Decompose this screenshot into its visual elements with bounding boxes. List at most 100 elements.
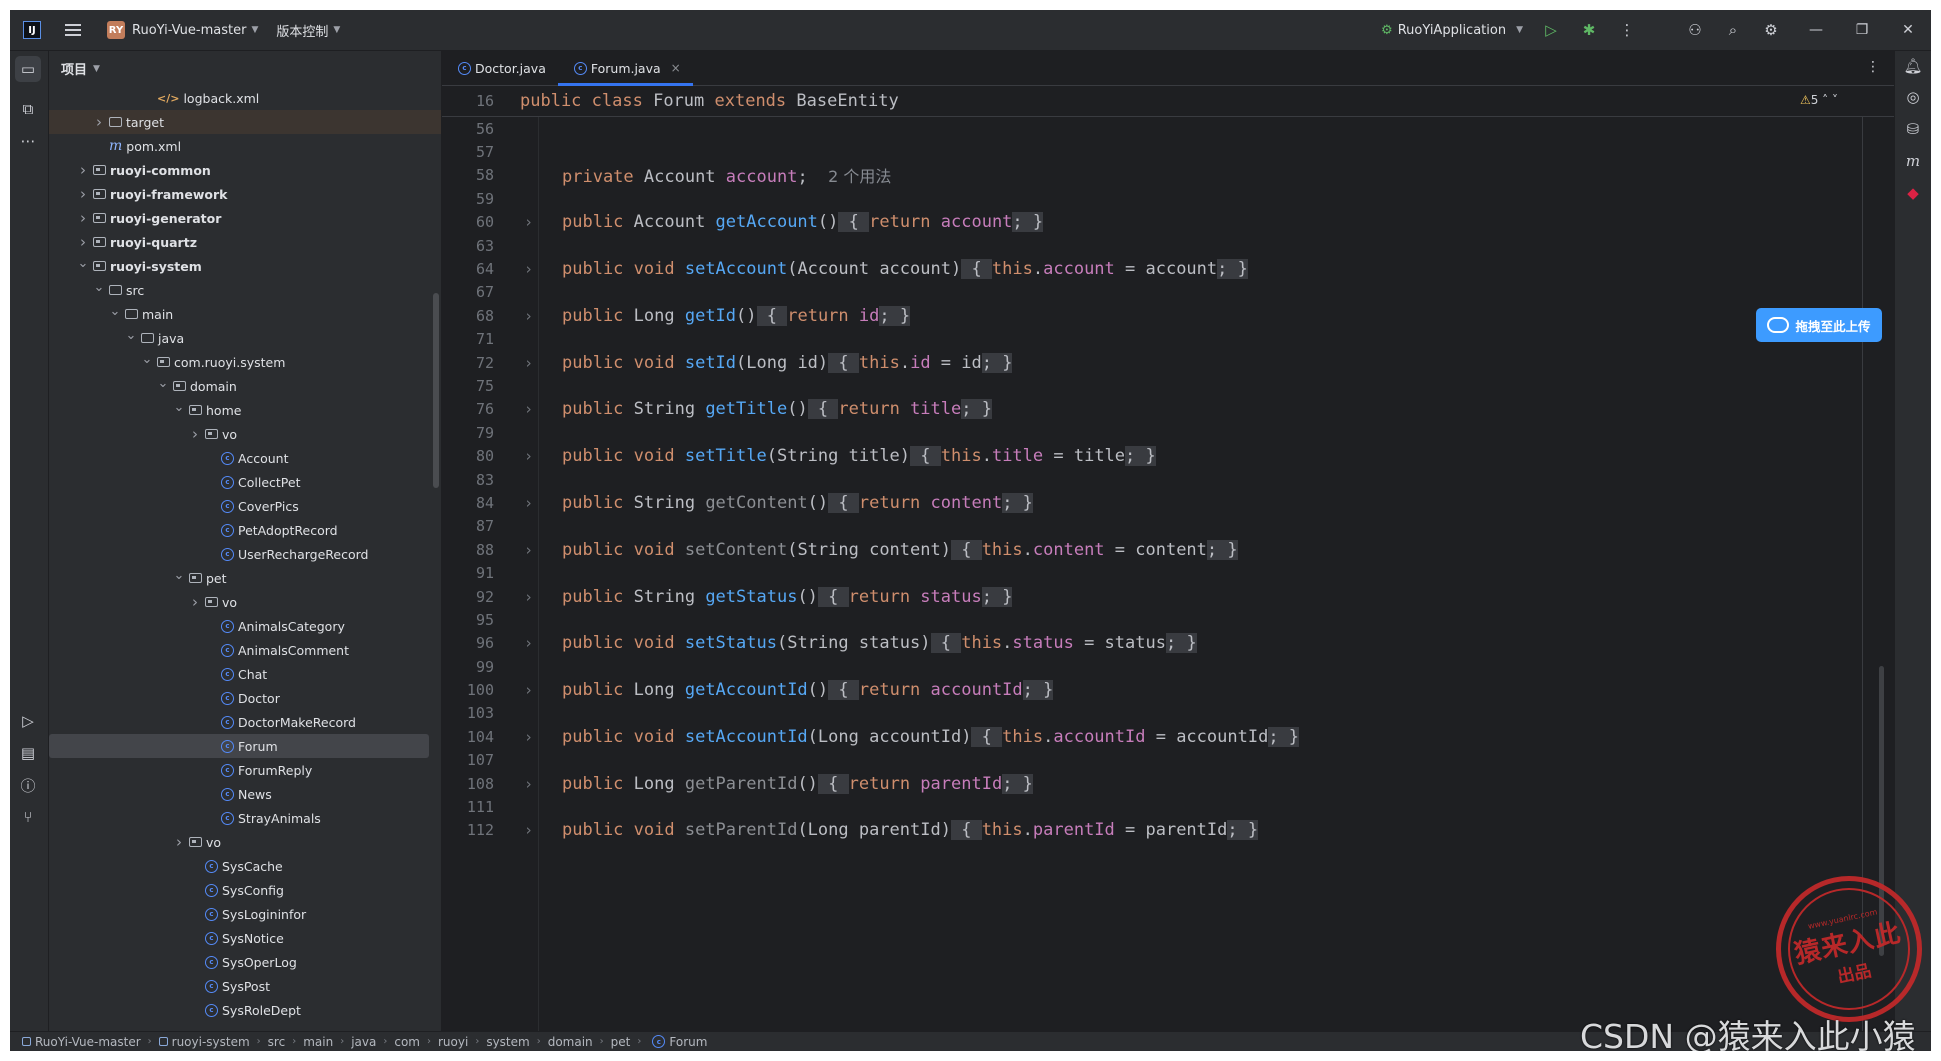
fold-chevron-icon[interactable]: ›	[524, 588, 533, 606]
tree-item[interactable]: c Chat	[49, 662, 441, 686]
code-line[interactable]: 108 › public Long getParentId() { return p…	[442, 772, 1894, 795]
settings-icon[interactable]: ⚙	[1761, 20, 1781, 40]
close-tab-icon[interactable]: ×	[671, 61, 681, 75]
code-line[interactable]: 112 › public void setParentId(Long parentI…	[442, 819, 1894, 842]
code-line[interactable]: 107	[442, 749, 1894, 772]
chevron-down-icon[interactable]: ⌄	[157, 376, 169, 391]
tree-item[interactable]: ⌄ domain	[49, 374, 441, 398]
editor-tab[interactable]: c Doctor.java	[442, 51, 558, 85]
services-tool-icon[interactable]: ▷	[18, 711, 38, 731]
breadcrumb-item[interactable]: Forum	[669, 1035, 707, 1049]
code-line[interactable]: 99	[442, 655, 1894, 678]
project-badge[interactable]: RY	[107, 21, 125, 39]
fold-chevron-icon[interactable]: ›	[524, 400, 533, 418]
chevron-down-icon[interactable]: ⌄	[141, 352, 153, 367]
tree-item[interactable]: c News	[49, 782, 441, 806]
code-line[interactable]: 88 › public void setContent(String content…	[442, 538, 1894, 561]
tree-item[interactable]: › target	[49, 110, 441, 134]
tree-item[interactable]: ⌄ pet	[49, 566, 441, 590]
tree-item[interactable]: </> logback.xml	[49, 86, 441, 110]
tree-item[interactable]: c SysOperLog	[49, 950, 441, 974]
account-icon[interactable]: ⚇	[1685, 20, 1705, 40]
tree-item[interactable]: c Account	[49, 446, 441, 470]
tree-item[interactable]: c SysCache	[49, 854, 441, 878]
vcs-menu[interactable]: 版本控制	[276, 21, 328, 40]
breadcrumb-item[interactable]: system	[486, 1035, 529, 1049]
project-switcher[interactable]: RuoYi-Vue-master	[132, 23, 246, 38]
code-line[interactable]: 83	[442, 468, 1894, 491]
code-line[interactable]: 64 › public void setAccount(Account accoun…	[442, 257, 1894, 280]
terminal-tool-icon[interactable]: ▤	[18, 743, 38, 763]
code-line[interactable]: 100 › public Long getAccountId() { return …	[442, 678, 1894, 701]
main-menu-icon[interactable]	[65, 24, 81, 36]
code-line[interactable]: 71	[442, 328, 1894, 351]
code-line[interactable]: 104 › public void setAccountId(Long accoun…	[442, 725, 1894, 748]
tree-item[interactable]: ⌄ ruoyi-system	[49, 254, 441, 278]
minimize-button[interactable]: —	[1793, 22, 1839, 38]
tree-item[interactable]: c AnimalsCategory	[49, 614, 441, 638]
code-line[interactable]: 95	[442, 608, 1894, 631]
fold-chevron-icon[interactable]: ›	[524, 728, 533, 746]
breadcrumb-item[interactable]: RuoYi-Vue-master	[35, 1035, 141, 1049]
breadcrumb-item[interactable]: ruoyi	[438, 1035, 468, 1049]
code-view[interactable]: 16 public class Forum extends BaseEntity…	[442, 86, 1894, 1031]
tree-item[interactable]: c Doctor	[49, 686, 441, 710]
ai-assistant-icon[interactable]: ◎	[1903, 87, 1923, 107]
breadcrumb-item[interactable]: com	[394, 1035, 420, 1049]
breadcrumb-item[interactable]: java	[351, 1035, 376, 1049]
close-button[interactable]: ✕	[1885, 22, 1931, 38]
more-actions-icon[interactable]: ⋮	[1617, 20, 1637, 40]
project-scrollbar[interactable]	[433, 293, 439, 488]
fold-chevron-icon[interactable]: ›	[524, 447, 533, 465]
debug-icon[interactable]: ✱	[1579, 20, 1599, 40]
chevron-down-icon[interactable]: ⌄	[109, 304, 121, 319]
chevron-down-icon[interactable]: ⌄	[77, 256, 89, 271]
code-line[interactable]: 58 private Account account; 2 个用法	[442, 164, 1894, 187]
upload-button[interactable]: 拖拽至此上传	[1756, 308, 1882, 342]
problems-tool-icon[interactable]: ⓘ	[18, 775, 38, 795]
chevron-right-icon[interactable]: ›	[77, 185, 89, 203]
fold-chevron-icon[interactable]: ›	[524, 260, 533, 278]
code-line[interactable]: 92 › public String getStatus() { return st…	[442, 585, 1894, 608]
code-line[interactable]: 80 › public void setTitle(String title) { …	[442, 444, 1894, 467]
chevron-right-icon[interactable]: ›	[93, 113, 105, 131]
code-line[interactable]: 111	[442, 795, 1894, 818]
tree-item[interactable]: c Forum	[49, 734, 429, 758]
fold-chevron-icon[interactable]: ›	[524, 213, 533, 231]
more-tools-icon[interactable]: ⋯	[18, 131, 38, 151]
inspection-widget[interactable]: ⚠5 ˄ ˅	[1800, 93, 1838, 107]
code-line[interactable]: 57	[442, 140, 1894, 163]
tree-item[interactable]: c StrayAnimals	[49, 806, 441, 830]
chevron-right-icon[interactable]: ›	[173, 833, 185, 851]
code-line[interactable]: 91	[442, 561, 1894, 584]
chevron-down-icon[interactable]: ⌄	[173, 568, 185, 583]
maven-icon[interactable]: m	[1903, 151, 1923, 171]
tree-item[interactable]: › vo	[49, 422, 441, 446]
tree-item[interactable]: › ruoyi-common	[49, 158, 441, 182]
code-line[interactable]: 72 › public void setId(Long id) { this.id …	[442, 351, 1894, 374]
tree-item[interactable]: › ruoyi-quartz	[49, 230, 441, 254]
tree-item[interactable]: c PetAdoptRecord	[49, 518, 441, 542]
code-line[interactable]: 103	[442, 702, 1894, 725]
run-config-selector[interactable]: ⚙ RuoYiApplication ▼	[1381, 23, 1523, 38]
code-line[interactable]: 56	[442, 117, 1894, 140]
tree-item[interactable]: c CoverPics	[49, 494, 441, 518]
code-line[interactable]: 79	[442, 421, 1894, 444]
code-line[interactable]: 87	[442, 515, 1894, 538]
tree-item[interactable]: c AnimalsComment	[49, 638, 441, 662]
project-tool-icon[interactable]: ▭	[15, 56, 41, 82]
chevron-down-icon[interactable]: ⌄	[125, 328, 137, 343]
code-line[interactable]: 63	[442, 234, 1894, 257]
code-line[interactable]: 67	[442, 281, 1894, 304]
editor-tab[interactable]: c Forum.java ×	[557, 51, 693, 86]
tree-item[interactable]: ⌄ com.ruoyi.system	[49, 350, 441, 374]
code-line[interactable]: 68 › public Long getId() { return id; }	[442, 304, 1894, 327]
fold-chevron-icon[interactable]: ›	[524, 681, 533, 699]
breadcrumb-item[interactable]: main	[303, 1035, 333, 1049]
tree-item[interactable]: c SysConfig	[49, 878, 441, 902]
run-icon[interactable]: ▷	[1541, 20, 1561, 40]
maximize-button[interactable]: ❐	[1839, 22, 1885, 38]
tree-item[interactable]: c SysLogininfor	[49, 902, 441, 926]
breadcrumb-item[interactable]: ruoyi-system	[172, 1035, 250, 1049]
tree-item[interactable]: › ruoyi-framework	[49, 182, 441, 206]
